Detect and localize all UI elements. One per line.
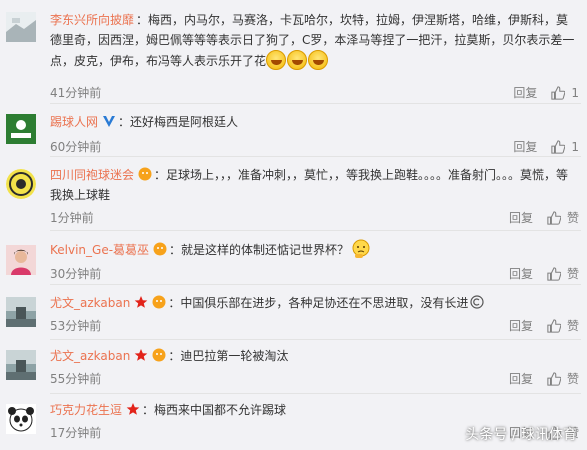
thumbs-up-icon: [551, 85, 566, 100]
like-button[interactable]: 赞: [547, 209, 579, 226]
comment-username[interactable]: 踢球人网: [50, 115, 98, 129]
thumbs-up-icon: [547, 210, 561, 225]
comment-item: Kelvin_Ge-葛葛巫 ：就是这样的体制还惦记世界杯？ 30分钟前 回复 赞: [0, 231, 587, 287]
comment-username[interactable]: 尤文_azkaban: [50, 349, 130, 363]
comment-username[interactable]: 李东兴所向披靡: [50, 13, 134, 27]
comment-time: 55分钟前: [50, 372, 102, 386]
comment-username[interactable]: Kelvin_Ge-葛葛巫: [50, 243, 149, 257]
comment-item: 踢球人网 ：还好梅西是阿根廷人 60分钟前 回复 1: [0, 104, 587, 154]
avatar[interactable]: [6, 169, 36, 199]
reply-button[interactable]: 回复: [513, 138, 537, 155]
comment-time: 30分钟前: [50, 267, 102, 281]
comment-username[interactable]: 四川同袍球迷会: [50, 168, 134, 182]
laughing-emoji-icon: [287, 50, 308, 70]
copyright-emoji-icon: [470, 295, 484, 309]
comment-text: 李东兴所向披靡 ：梅西，内马尔，马赛洛，卡瓦哈尔，坎特，拉姆，伊涅斯塔，哈维，伊斯…: [50, 10, 579, 71]
avatar[interactable]: [6, 297, 36, 327]
comment-time: 17分钟前: [50, 426, 102, 440]
avatar[interactable]: [6, 114, 36, 144]
comment-item: 四川同袍球迷会 ：足球场上，，，准备冲刺，，莫忙，，等我换上跑鞋。。。。准备射门。…: [0, 157, 587, 233]
reply-button[interactable]: 回复: [509, 370, 533, 387]
laughing-emoji-icon: [266, 50, 287, 70]
thumbs-up-icon: [547, 266, 561, 281]
thinking-emoji-icon: [352, 239, 370, 258]
comment-text: 尤文_azkaban ：迪巴拉第一轮被淘汰: [50, 346, 579, 366]
comment-item: 李东兴所向披靡 ：梅西，内马尔，马赛洛，卡瓦哈尔，坎特，拉姆，伊涅斯塔，哈维，伊斯…: [0, 4, 587, 100]
comment-username[interactable]: 尤文_azkaban: [50, 296, 130, 310]
verified-v-icon: [103, 116, 116, 127]
reply-button[interactable]: 回复: [509, 317, 533, 334]
reply-button[interactable]: 回复: [513, 84, 537, 101]
comment-content: ：中国俱乐部在进步，各种足协还在不思进取，没有长进: [168, 296, 469, 310]
comment-text: 巧克力花生逗 ：梅西来中国都不允许踢球: [50, 400, 579, 420]
like-count: 1: [571, 85, 579, 100]
thumbs-up-icon: [551, 139, 566, 154]
comment-text: 四川同袍球迷会 ：足球场上，，，准备冲刺，，莫忙，，等我换上跑鞋。。。。准备射门。…: [50, 165, 579, 205]
comment-time: 41分钟前: [50, 86, 102, 100]
comment-time: 53分钟前: [50, 319, 102, 333]
laughing-emoji-icon: [308, 50, 329, 70]
comment-content: ：还好梅西是阿根廷人: [118, 115, 239, 129]
thumbs-up-icon: [547, 371, 561, 386]
fan-badge-icon: [152, 348, 166, 362]
reply-button[interactable]: 回复: [509, 265, 533, 282]
comment-content: ：迪巴拉第一轮被淘汰: [168, 349, 289, 363]
comment-content: ：梅西来中国都不允许踢球: [142, 403, 287, 417]
like-label: 赞: [566, 211, 579, 225]
comment-text: 踢球人网 ：还好梅西是阿根廷人: [50, 112, 579, 132]
like-label: 赞: [566, 319, 579, 333]
comment-text: Kelvin_Ge-葛葛巫 ：就是这样的体制还惦记世界杯？: [50, 239, 579, 260]
fan-badge-icon: [152, 295, 166, 309]
like-button[interactable]: 1: [551, 86, 579, 100]
avatar[interactable]: [6, 12, 36, 42]
avatar[interactable]: [6, 404, 36, 434]
fan-badge-icon: [153, 242, 167, 256]
comment-text: 尤文_azkaban ：中国俱乐部在进步，各种足协还在不思进取，没有长进: [50, 293, 579, 313]
reply-button[interactable]: 回复: [509, 209, 533, 226]
avatar[interactable]: [6, 245, 36, 275]
comment-time: 60分钟前: [50, 140, 102, 154]
like-button[interactable]: 1: [551, 140, 579, 154]
comment-username[interactable]: 巧克力花生逗: [50, 403, 122, 417]
comment-time: 1分钟前: [50, 211, 94, 225]
comment-content: ：就是这样的体制还惦记世界杯？: [169, 243, 350, 257]
like-button[interactable]: 赞: [547, 265, 579, 282]
red-star-icon: [126, 403, 140, 415]
comment-item: 尤文_azkaban ：中国俱乐部在进步，各种足协还在不思进取，没有长进 53分钟…: [0, 285, 587, 339]
like-button[interactable]: 赞: [547, 317, 579, 334]
thumbs-up-icon: [547, 318, 561, 333]
watermark: 头条号 / 球讯体育: [465, 427, 577, 443]
like-label: 赞: [566, 267, 579, 281]
like-label: 赞: [566, 372, 579, 386]
comment-item: 尤文_azkaban ：迪巴拉第一轮被淘汰 55分钟前 回复 赞: [0, 340, 587, 392]
like-count: 1: [571, 139, 579, 154]
like-button[interactable]: 赞: [547, 370, 579, 387]
red-star-icon: [135, 349, 148, 361]
avatar[interactable]: [6, 350, 36, 380]
red-star-icon: [135, 296, 148, 308]
fan-badge-icon: [138, 167, 152, 181]
